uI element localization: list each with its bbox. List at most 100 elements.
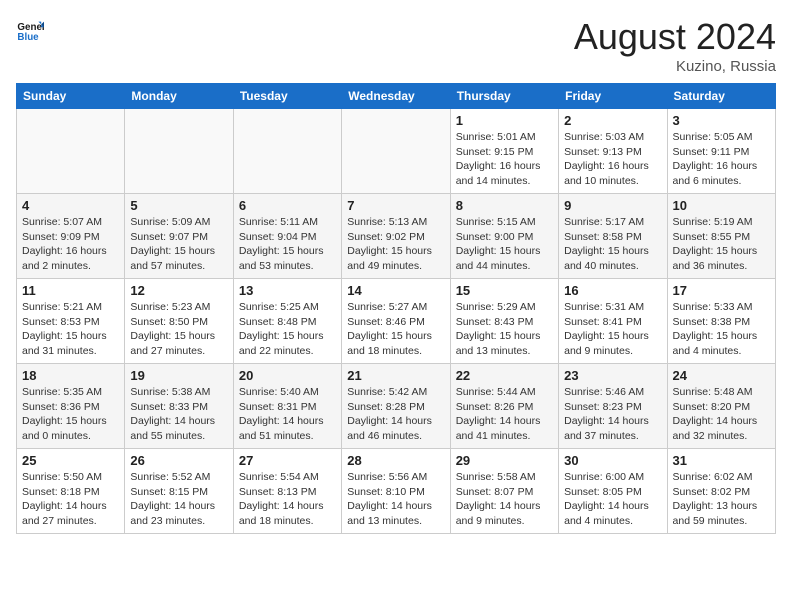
day-header-wednesday: Wednesday (342, 84, 450, 109)
day-info: Sunrise: 5:46 AM Sunset: 8:23 PM Dayligh… (564, 385, 661, 444)
calendar-day-cell: 2 Sunrise: 5:03 AM Sunset: 9:13 PM Daylig… (559, 109, 667, 194)
calendar-day-cell: 30Sunrise: 6:00 AM Sunset: 8:05 PM Dayli… (559, 449, 667, 534)
day-number: 29 (456, 453, 553, 468)
day-number: 4 (22, 198, 119, 213)
calendar-week-row: 4 Sunrise: 5:07 AM Sunset: 9:09 PM Daylig… (17, 194, 776, 279)
calendar-day-cell: 7Sunrise: 5:13 AM Sunset: 9:02 PM Daylig… (342, 194, 450, 279)
svg-text:Blue: Blue (17, 32, 39, 43)
day-number: 18 (22, 368, 119, 383)
day-info: Sunrise: 5:35 AM Sunset: 8:36 PM Dayligh… (22, 385, 119, 444)
day-info: Sunrise: 5:50 AM Sunset: 8:18 PM Dayligh… (22, 470, 119, 529)
calendar-day-cell (17, 109, 125, 194)
day-info: Sunrise: 5:11 AM Sunset: 9:04 PM Dayligh… (239, 215, 336, 274)
day-number: 8 (456, 198, 553, 213)
day-header-thursday: Thursday (450, 84, 558, 109)
day-number: 17 (673, 283, 770, 298)
calendar-day-cell: 22Sunrise: 5:44 AM Sunset: 8:26 PM Dayli… (450, 364, 558, 449)
day-info: Sunrise: 6:02 AM Sunset: 8:02 PM Dayligh… (673, 470, 770, 529)
calendar-day-cell (125, 109, 233, 194)
day-header-saturday: Saturday (667, 84, 775, 109)
calendar-week-row: 18 Sunrise: 5:35 AM Sunset: 8:36 PM Dayli… (17, 364, 776, 449)
day-info: Sunrise: 5:17 AM Sunset: 8:58 PM Dayligh… (564, 215, 661, 274)
day-number: 31 (673, 453, 770, 468)
calendar-day-cell (342, 109, 450, 194)
day-number: 26 (130, 453, 227, 468)
day-info: Sunrise: 5:01 AM Sunset: 9:15 PM Dayligh… (456, 130, 553, 189)
calendar-day-cell: 31 Sunrise: 6:02 AM Sunset: 8:02 PM Dayli… (667, 449, 775, 534)
day-number: 12 (130, 283, 227, 298)
calendar-day-cell: 5 Sunrise: 5:09 AM Sunset: 9:07 PM Daylig… (125, 194, 233, 279)
day-number: 9 (564, 198, 661, 213)
calendar-day-cell: 27 Sunrise: 5:54 AM Sunset: 8:13 PM Dayli… (233, 449, 341, 534)
month-title: August 2024 (574, 16, 776, 58)
calendar-day-cell: 24 Sunrise: 5:48 AM Sunset: 8:20 PM Dayli… (667, 364, 775, 449)
day-info: Sunrise: 5:03 AM Sunset: 9:13 PM Dayligh… (564, 130, 661, 189)
title-block: August 2024 Kuzino, Russia (574, 16, 776, 75)
days-header-row: SundayMondayTuesdayWednesdayThursdayFrid… (17, 84, 776, 109)
day-number: 15 (456, 283, 553, 298)
calendar-day-cell: 12 Sunrise: 5:23 AM Sunset: 8:50 PM Dayli… (125, 279, 233, 364)
day-header-sunday: Sunday (17, 84, 125, 109)
day-number: 7 (347, 198, 444, 213)
day-info: Sunrise: 5:27 AM Sunset: 8:46 PM Dayligh… (347, 300, 444, 359)
day-number: 13 (239, 283, 336, 298)
day-number: 30 (564, 453, 661, 468)
day-number: 6 (239, 198, 336, 213)
day-number: 5 (130, 198, 227, 213)
day-header-monday: Monday (125, 84, 233, 109)
calendar-week-row: 25 Sunrise: 5:50 AM Sunset: 8:18 PM Dayli… (17, 449, 776, 534)
day-info: Sunrise: 5:31 AM Sunset: 8:41 PM Dayligh… (564, 300, 661, 359)
day-number: 10 (673, 198, 770, 213)
day-header-tuesday: Tuesday (233, 84, 341, 109)
calendar-week-row: 1Sunrise: 5:01 AM Sunset: 9:15 PM Daylig… (17, 109, 776, 194)
calendar-day-cell: 9 Sunrise: 5:17 AM Sunset: 8:58 PM Daylig… (559, 194, 667, 279)
day-info: Sunrise: 5:33 AM Sunset: 8:38 PM Dayligh… (673, 300, 770, 359)
day-info: Sunrise: 5:54 AM Sunset: 8:13 PM Dayligh… (239, 470, 336, 529)
day-number: 28 (347, 453, 444, 468)
calendar-day-cell: 15 Sunrise: 5:29 AM Sunset: 8:43 PM Dayli… (450, 279, 558, 364)
day-info: Sunrise: 5:29 AM Sunset: 8:43 PM Dayligh… (456, 300, 553, 359)
calendar-day-cell: 14 Sunrise: 5:27 AM Sunset: 8:46 PM Dayli… (342, 279, 450, 364)
calendar-day-cell: 18 Sunrise: 5:35 AM Sunset: 8:36 PM Dayli… (17, 364, 125, 449)
day-header-friday: Friday (559, 84, 667, 109)
calendar-day-cell: 23Sunrise: 5:46 AM Sunset: 8:23 PM Dayli… (559, 364, 667, 449)
logo: General Blue (16, 16, 44, 44)
calendar-day-cell: 13 Sunrise: 5:25 AM Sunset: 8:48 PM Dayli… (233, 279, 341, 364)
calendar-day-cell: 29Sunrise: 5:58 AM Sunset: 8:07 PM Dayli… (450, 449, 558, 534)
day-number: 21 (347, 368, 444, 383)
calendar-day-cell: 19Sunrise: 5:38 AM Sunset: 8:33 PM Dayli… (125, 364, 233, 449)
calendar-day-cell: 17 Sunrise: 5:33 AM Sunset: 8:38 PM Dayli… (667, 279, 775, 364)
day-info: Sunrise: 5:42 AM Sunset: 8:28 PM Dayligh… (347, 385, 444, 444)
day-info: Sunrise: 5:15 AM Sunset: 9:00 PM Dayligh… (456, 215, 553, 274)
day-number: 2 (564, 113, 661, 128)
calendar-day-cell: 1Sunrise: 5:01 AM Sunset: 9:15 PM Daylig… (450, 109, 558, 194)
calendar-day-cell: 21 Sunrise: 5:42 AM Sunset: 8:28 PM Dayli… (342, 364, 450, 449)
day-number: 11 (22, 283, 119, 298)
day-number: 3 (673, 113, 770, 128)
calendar-day-cell: 16 Sunrise: 5:31 AM Sunset: 8:41 PM Dayli… (559, 279, 667, 364)
day-info: Sunrise: 5:25 AM Sunset: 8:48 PM Dayligh… (239, 300, 336, 359)
calendar-day-cell: 26 Sunrise: 5:52 AM Sunset: 8:15 PM Dayli… (125, 449, 233, 534)
day-info: Sunrise: 5:23 AM Sunset: 8:50 PM Dayligh… (130, 300, 227, 359)
day-info: Sunrise: 5:19 AM Sunset: 8:55 PM Dayligh… (673, 215, 770, 274)
calendar-day-cell: 4 Sunrise: 5:07 AM Sunset: 9:09 PM Daylig… (17, 194, 125, 279)
day-info: Sunrise: 5:09 AM Sunset: 9:07 PM Dayligh… (130, 215, 227, 274)
day-info: Sunrise: 5:38 AM Sunset: 8:33 PM Dayligh… (130, 385, 227, 444)
day-number: 25 (22, 453, 119, 468)
day-info: Sunrise: 5:21 AM Sunset: 8:53 PM Dayligh… (22, 300, 119, 359)
day-info: Sunrise: 5:48 AM Sunset: 8:20 PM Dayligh… (673, 385, 770, 444)
calendar-day-cell (233, 109, 341, 194)
day-number: 24 (673, 368, 770, 383)
calendar-day-cell: 8 Sunrise: 5:15 AM Sunset: 9:00 PM Daylig… (450, 194, 558, 279)
day-number: 14 (347, 283, 444, 298)
calendar-day-cell: 25 Sunrise: 5:50 AM Sunset: 8:18 PM Dayli… (17, 449, 125, 534)
day-number: 20 (239, 368, 336, 383)
day-info: Sunrise: 5:52 AM Sunset: 8:15 PM Dayligh… (130, 470, 227, 529)
day-info: Sunrise: 5:07 AM Sunset: 9:09 PM Dayligh… (22, 215, 119, 274)
calendar-day-cell: 10 Sunrise: 5:19 AM Sunset: 8:55 PM Dayli… (667, 194, 775, 279)
calendar-day-cell: 20Sunrise: 5:40 AM Sunset: 8:31 PM Dayli… (233, 364, 341, 449)
day-number: 16 (564, 283, 661, 298)
logo-icon: General Blue (16, 16, 44, 44)
calendar-day-cell: 6 Sunrise: 5:11 AM Sunset: 9:04 PM Daylig… (233, 194, 341, 279)
day-number: 27 (239, 453, 336, 468)
